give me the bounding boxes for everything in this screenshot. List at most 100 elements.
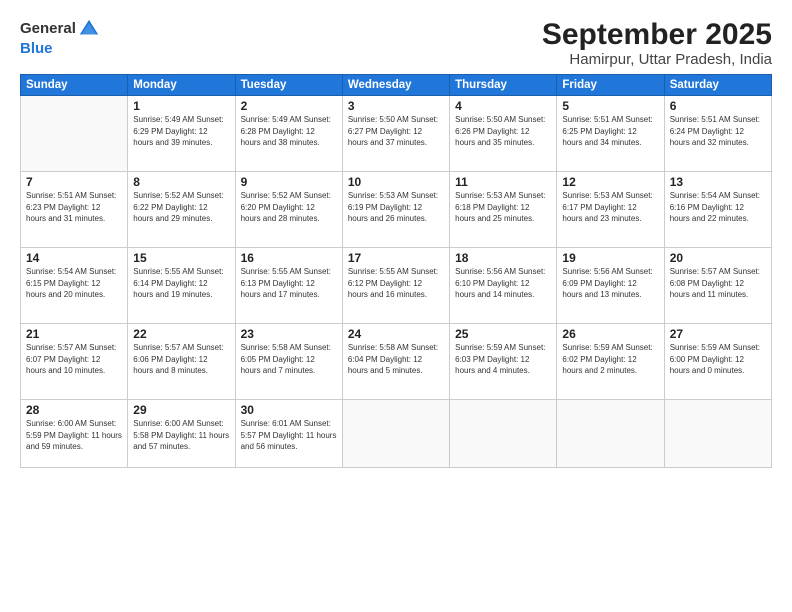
- logo: General Blue: [20, 18, 100, 58]
- calendar-cell: 11Sunrise: 5:53 AM Sunset: 6:18 PM Dayli…: [450, 172, 557, 248]
- day-number: 23: [241, 327, 337, 341]
- weekday-header-monday: Monday: [128, 75, 235, 96]
- day-number: 12: [562, 175, 658, 189]
- day-info: Sunrise: 6:00 AM Sunset: 5:59 PM Dayligh…: [26, 418, 122, 453]
- day-number: 3: [348, 99, 444, 113]
- day-number: 27: [670, 327, 766, 341]
- day-number: 24: [348, 327, 444, 341]
- calendar-cell: 27Sunrise: 5:59 AM Sunset: 6:00 PM Dayli…: [664, 324, 771, 400]
- day-info: Sunrise: 5:53 AM Sunset: 6:17 PM Dayligh…: [562, 190, 658, 225]
- calendar-cell: [342, 400, 449, 468]
- day-info: Sunrise: 5:56 AM Sunset: 6:10 PM Dayligh…: [455, 266, 551, 301]
- calendar-cell: 7Sunrise: 5:51 AM Sunset: 6:23 PM Daylig…: [21, 172, 128, 248]
- day-info: Sunrise: 5:53 AM Sunset: 6:19 PM Dayligh…: [348, 190, 444, 225]
- day-number: 1: [133, 99, 229, 113]
- calendar-cell: 18Sunrise: 5:56 AM Sunset: 6:10 PM Dayli…: [450, 248, 557, 324]
- day-info: Sunrise: 5:54 AM Sunset: 6:15 PM Dayligh…: [26, 266, 122, 301]
- weekday-header-thursday: Thursday: [450, 75, 557, 96]
- day-info: Sunrise: 5:55 AM Sunset: 6:12 PM Dayligh…: [348, 266, 444, 301]
- day-number: 17: [348, 251, 444, 265]
- day-info: Sunrise: 5:58 AM Sunset: 6:05 PM Dayligh…: [241, 342, 337, 377]
- calendar-cell: 3Sunrise: 5:50 AM Sunset: 6:27 PM Daylig…: [342, 96, 449, 172]
- day-info: Sunrise: 5:57 AM Sunset: 6:06 PM Dayligh…: [133, 342, 229, 377]
- day-info: Sunrise: 6:01 AM Sunset: 5:57 PM Dayligh…: [241, 418, 337, 453]
- day-number: 19: [562, 251, 658, 265]
- calendar-week-row: 14Sunrise: 5:54 AM Sunset: 6:15 PM Dayli…: [21, 248, 772, 324]
- logo-blue: Blue: [20, 40, 53, 57]
- day-info: Sunrise: 5:55 AM Sunset: 6:14 PM Dayligh…: [133, 266, 229, 301]
- day-info: Sunrise: 5:52 AM Sunset: 6:20 PM Dayligh…: [241, 190, 337, 225]
- calendar-cell: 12Sunrise: 5:53 AM Sunset: 6:17 PM Dayli…: [557, 172, 664, 248]
- calendar-cell: 10Sunrise: 5:53 AM Sunset: 6:19 PM Dayli…: [342, 172, 449, 248]
- day-info: Sunrise: 5:50 AM Sunset: 6:27 PM Dayligh…: [348, 114, 444, 149]
- day-number: 26: [562, 327, 658, 341]
- day-info: Sunrise: 5:59 AM Sunset: 6:02 PM Dayligh…: [562, 342, 658, 377]
- calendar-cell: 8Sunrise: 5:52 AM Sunset: 6:22 PM Daylig…: [128, 172, 235, 248]
- day-info: Sunrise: 5:59 AM Sunset: 6:03 PM Dayligh…: [455, 342, 551, 377]
- day-number: 9: [241, 175, 337, 189]
- calendar-cell: 30Sunrise: 6:01 AM Sunset: 5:57 PM Dayli…: [235, 400, 342, 468]
- calendar-cell: 28Sunrise: 6:00 AM Sunset: 5:59 PM Dayli…: [21, 400, 128, 468]
- calendar-cell: 24Sunrise: 5:58 AM Sunset: 6:04 PM Dayli…: [342, 324, 449, 400]
- calendar-week-row: 21Sunrise: 5:57 AM Sunset: 6:07 PM Dayli…: [21, 324, 772, 400]
- day-number: 6: [670, 99, 766, 113]
- calendar-cell: 1Sunrise: 5:49 AM Sunset: 6:29 PM Daylig…: [128, 96, 235, 172]
- day-number: 16: [241, 251, 337, 265]
- calendar-cell: 19Sunrise: 5:56 AM Sunset: 6:09 PM Dayli…: [557, 248, 664, 324]
- calendar-cell: 4Sunrise: 5:50 AM Sunset: 6:26 PM Daylig…: [450, 96, 557, 172]
- day-number: 4: [455, 99, 551, 113]
- calendar-table: SundayMondayTuesdayWednesdayThursdayFrid…: [20, 74, 772, 468]
- day-info: Sunrise: 5:54 AM Sunset: 6:16 PM Dayligh…: [670, 190, 766, 225]
- day-number: 5: [562, 99, 658, 113]
- calendar-week-row: 7Sunrise: 5:51 AM Sunset: 6:23 PM Daylig…: [21, 172, 772, 248]
- day-info: Sunrise: 6:00 AM Sunset: 5:58 PM Dayligh…: [133, 418, 229, 453]
- day-number: 21: [26, 327, 122, 341]
- calendar-cell: [450, 400, 557, 468]
- day-number: 11: [455, 175, 551, 189]
- day-info: Sunrise: 5:50 AM Sunset: 6:26 PM Dayligh…: [455, 114, 551, 149]
- calendar-cell: 13Sunrise: 5:54 AM Sunset: 6:16 PM Dayli…: [664, 172, 771, 248]
- calendar-cell: 23Sunrise: 5:58 AM Sunset: 6:05 PM Dayli…: [235, 324, 342, 400]
- day-info: Sunrise: 5:49 AM Sunset: 6:29 PM Dayligh…: [133, 114, 229, 149]
- calendar-cell: 16Sunrise: 5:55 AM Sunset: 6:13 PM Dayli…: [235, 248, 342, 324]
- day-number: 28: [26, 403, 122, 417]
- day-number: 20: [670, 251, 766, 265]
- location-title: Hamirpur, Uttar Pradesh, India: [542, 51, 772, 68]
- calendar-cell: [21, 96, 128, 172]
- calendar-cell: 6Sunrise: 5:51 AM Sunset: 6:24 PM Daylig…: [664, 96, 771, 172]
- day-info: Sunrise: 5:51 AM Sunset: 6:25 PM Dayligh…: [562, 114, 658, 149]
- day-number: 25: [455, 327, 551, 341]
- day-number: 22: [133, 327, 229, 341]
- day-number: 8: [133, 175, 229, 189]
- day-number: 2: [241, 99, 337, 113]
- day-info: Sunrise: 5:57 AM Sunset: 6:07 PM Dayligh…: [26, 342, 122, 377]
- month-title: September 2025: [542, 18, 772, 51]
- day-info: Sunrise: 5:53 AM Sunset: 6:18 PM Dayligh…: [455, 190, 551, 225]
- day-number: 13: [670, 175, 766, 189]
- calendar-cell: 29Sunrise: 6:00 AM Sunset: 5:58 PM Dayli…: [128, 400, 235, 468]
- calendar-cell: 5Sunrise: 5:51 AM Sunset: 6:25 PM Daylig…: [557, 96, 664, 172]
- calendar-cell: 20Sunrise: 5:57 AM Sunset: 6:08 PM Dayli…: [664, 248, 771, 324]
- header: General Blue September 2025 Hamirpur, Ut…: [20, 18, 772, 68]
- calendar-cell: 15Sunrise: 5:55 AM Sunset: 6:14 PM Dayli…: [128, 248, 235, 324]
- day-info: Sunrise: 5:57 AM Sunset: 6:08 PM Dayligh…: [670, 266, 766, 301]
- day-info: Sunrise: 5:49 AM Sunset: 6:28 PM Dayligh…: [241, 114, 337, 149]
- day-number: 18: [455, 251, 551, 265]
- calendar-cell: 22Sunrise: 5:57 AM Sunset: 6:06 PM Dayli…: [128, 324, 235, 400]
- day-number: 15: [133, 251, 229, 265]
- weekday-header-sunday: Sunday: [21, 75, 128, 96]
- logo-icon: [78, 18, 100, 40]
- weekday-header-friday: Friday: [557, 75, 664, 96]
- day-number: 7: [26, 175, 122, 189]
- calendar-cell: [664, 400, 771, 468]
- calendar-cell: 25Sunrise: 5:59 AM Sunset: 6:03 PM Dayli…: [450, 324, 557, 400]
- day-number: 29: [133, 403, 229, 417]
- weekday-header-saturday: Saturday: [664, 75, 771, 96]
- calendar-cell: 2Sunrise: 5:49 AM Sunset: 6:28 PM Daylig…: [235, 96, 342, 172]
- day-info: Sunrise: 5:56 AM Sunset: 6:09 PM Dayligh…: [562, 266, 658, 301]
- weekday-header-row: SundayMondayTuesdayWednesdayThursdayFrid…: [21, 75, 772, 96]
- calendar-cell: 9Sunrise: 5:52 AM Sunset: 6:20 PM Daylig…: [235, 172, 342, 248]
- day-info: Sunrise: 5:55 AM Sunset: 6:13 PM Dayligh…: [241, 266, 337, 301]
- calendar-cell: [557, 400, 664, 468]
- logo-general: General: [20, 21, 76, 38]
